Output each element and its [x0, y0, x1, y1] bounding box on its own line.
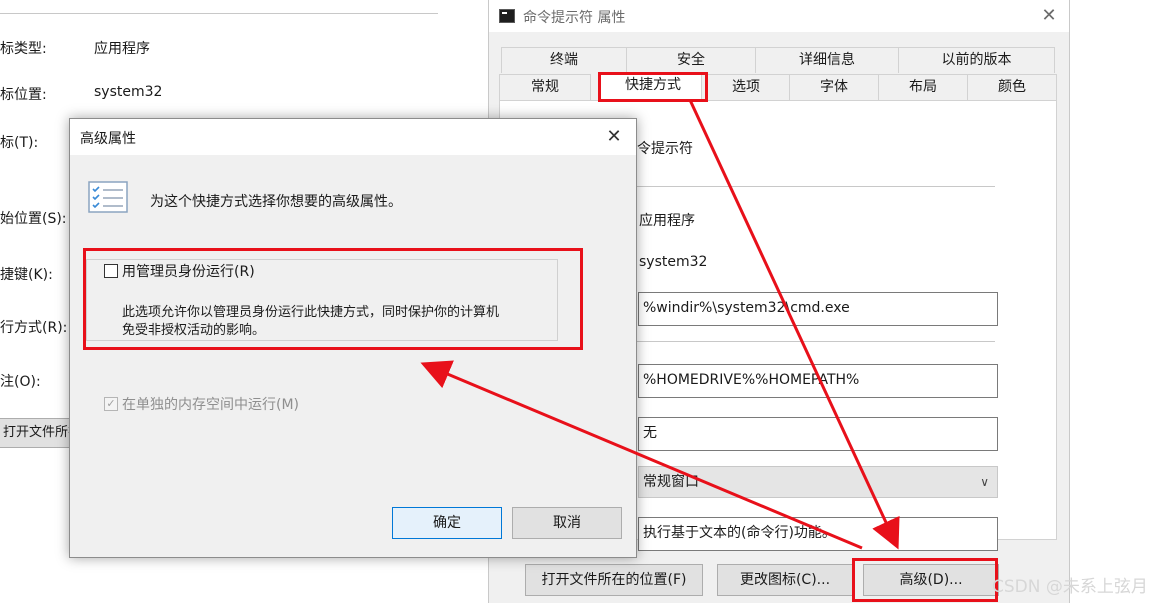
run-select-value: 常规窗口: [643, 474, 699, 490]
chevron-down-icon: ∨: [980, 475, 989, 489]
shortcut-key-field[interactable]: 无: [638, 417, 998, 451]
run-label: 行方式(R):: [0, 320, 68, 336]
tab-general[interactable]: 常规: [499, 74, 591, 100]
dialog-title-bar: 高级属性 ✕: [70, 119, 636, 155]
target-location-value: system32: [639, 254, 708, 270]
separate-memory-checkbox[interactable]: ✓: [104, 397, 118, 411]
watermark: CSDN @未系上弦月: [992, 577, 1148, 597]
target-type-value: 应用程序: [639, 213, 695, 229]
tab-previous-versions[interactable]: 以前的版本: [898, 47, 1055, 73]
tab-options[interactable]: 选项: [701, 74, 791, 100]
target-location-value: system32: [94, 84, 163, 100]
target-label: 标(T):: [0, 135, 39, 151]
checklist-icon: [88, 181, 128, 213]
shortcut-key-label: 捷键(K):: [0, 267, 53, 283]
open-file-location-button[interactable]: 打开文件所在的位置(F): [525, 564, 703, 596]
target-location-label: 标位置:: [0, 87, 47, 103]
tab-colors[interactable]: 颜色: [967, 74, 1057, 100]
ok-button[interactable]: 确定: [392, 507, 502, 539]
cancel-button[interactable]: 取消: [512, 507, 622, 539]
window-title: 命令提示符 属性: [523, 10, 626, 26]
change-icon-button[interactable]: 更改图标(C)...: [717, 564, 853, 596]
highlight-advanced-button: [852, 558, 998, 602]
highlight-shortcut-tab: [598, 72, 708, 102]
start-in-field[interactable]: %HOMEDRIVE%%HOMEPATH%: [638, 364, 998, 398]
divider: [637, 186, 995, 187]
highlight-run-as-admin: [83, 248, 583, 350]
comment-field[interactable]: 执行基于文本的(命令行)功能。: [638, 517, 998, 551]
tab-layout[interactable]: 布局: [878, 74, 968, 100]
tab-font[interactable]: 字体: [789, 74, 879, 100]
run-select[interactable]: 常规窗口 ∨: [638, 466, 998, 498]
dialog-title: 高级属性: [80, 131, 136, 147]
tab-terminal[interactable]: 终端: [501, 47, 627, 73]
separate-memory-label[interactable]: 在单独的内存空间中运行(M): [122, 394, 299, 414]
target-type-label: 标类型:: [0, 41, 47, 57]
target-type-value: 应用程序: [94, 41, 150, 57]
comment-label: 注(O):: [0, 374, 41, 390]
tab-details[interactable]: 详细信息: [755, 47, 899, 73]
target-field[interactable]: %windir%\system32\cmd.exe: [638, 292, 998, 326]
title-bar: 命令提示符 属性 ✕: [489, 0, 1069, 32]
divider: [637, 341, 995, 342]
tab-security[interactable]: 安全: [626, 47, 756, 73]
close-icon[interactable]: ✕: [1037, 4, 1061, 28]
divider: [0, 13, 438, 14]
close-icon[interactable]: ✕: [602, 125, 626, 149]
start-in-label: 始位置(S):: [0, 211, 67, 227]
command-prompt-icon: [499, 9, 515, 23]
dialog-intro-text: 为这个快捷方式选择你想要的高级属性。: [150, 194, 402, 210]
